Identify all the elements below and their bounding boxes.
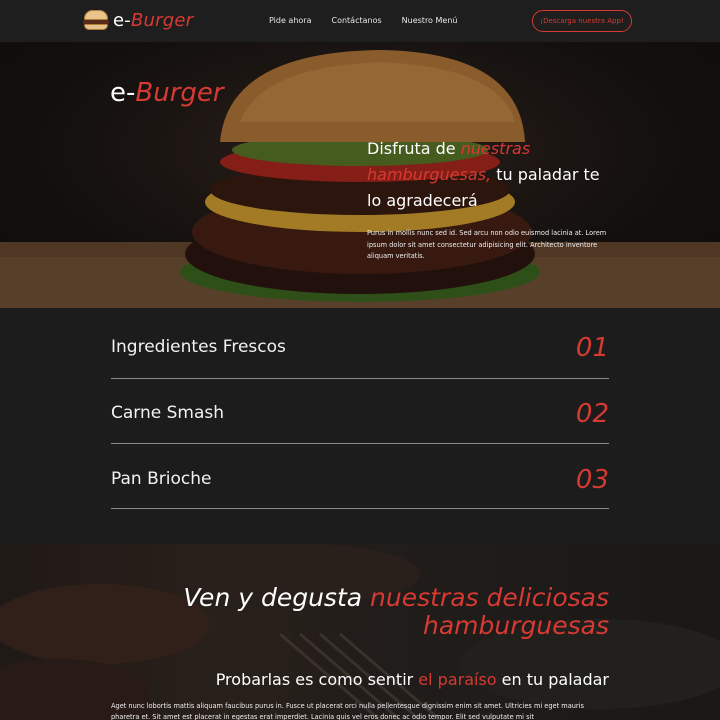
feature-number: 01 bbox=[575, 333, 609, 363]
hero-section: e-Burger Disfruta de nuestras hamburgues… bbox=[0, 42, 720, 308]
feature-row: Pan Brioche 03 bbox=[111, 443, 609, 509]
nav-link-contactanos[interactable]: Contáctanos bbox=[331, 16, 381, 25]
hero-heading: Disfruta de nuestras hamburguesas, tu pa… bbox=[367, 139, 600, 210]
feature-label: Ingredientes Frescos bbox=[111, 337, 286, 357]
feature-number: 02 bbox=[575, 399, 609, 429]
download-app-button[interactable]: ¡Descarga nuestra App! bbox=[532, 10, 632, 32]
promo-heading: Ven y degusta nuestras deliciosas hambur… bbox=[183, 583, 609, 640]
burger-icon bbox=[83, 9, 109, 31]
feature-row: Carne Smash 02 bbox=[111, 378, 609, 444]
feature-row: Ingredientes Frescos 01 bbox=[111, 313, 609, 379]
nav-link-pide-ahora[interactable]: Pide ahora bbox=[269, 16, 311, 25]
promo-section: Ven y degusta nuestras deliciosas hambur… bbox=[0, 544, 720, 720]
features-section: Ingredientes Frescos 01 Carne Smash 02 P… bbox=[0, 308, 720, 544]
top-navbar: e-Burger Pide ahora Contáctanos Nuestro … bbox=[0, 0, 720, 42]
nav-link-menu[interactable]: Nuestro Menú bbox=[402, 16, 458, 25]
hero-title: e-Burger bbox=[110, 78, 224, 108]
feature-label: Pan Brioche bbox=[111, 469, 212, 489]
feature-number: 03 bbox=[575, 465, 609, 495]
brand-logo[interactable]: e-Burger bbox=[83, 9, 193, 31]
brand-name: e-Burger bbox=[113, 9, 194, 31]
promo-subheading: Probarlas es como sentir el paraíso en t… bbox=[215, 670, 609, 689]
promo-description: Aget nunc lobortis mattis aliquam faucib… bbox=[111, 702, 584, 720]
feature-label: Carne Smash bbox=[111, 403, 225, 423]
hero-description: Purus in mollis nunc sed id. Sed arcu no… bbox=[367, 229, 607, 260]
nav-links: Pide ahora Contáctanos Nuestro Menú bbox=[269, 16, 457, 25]
